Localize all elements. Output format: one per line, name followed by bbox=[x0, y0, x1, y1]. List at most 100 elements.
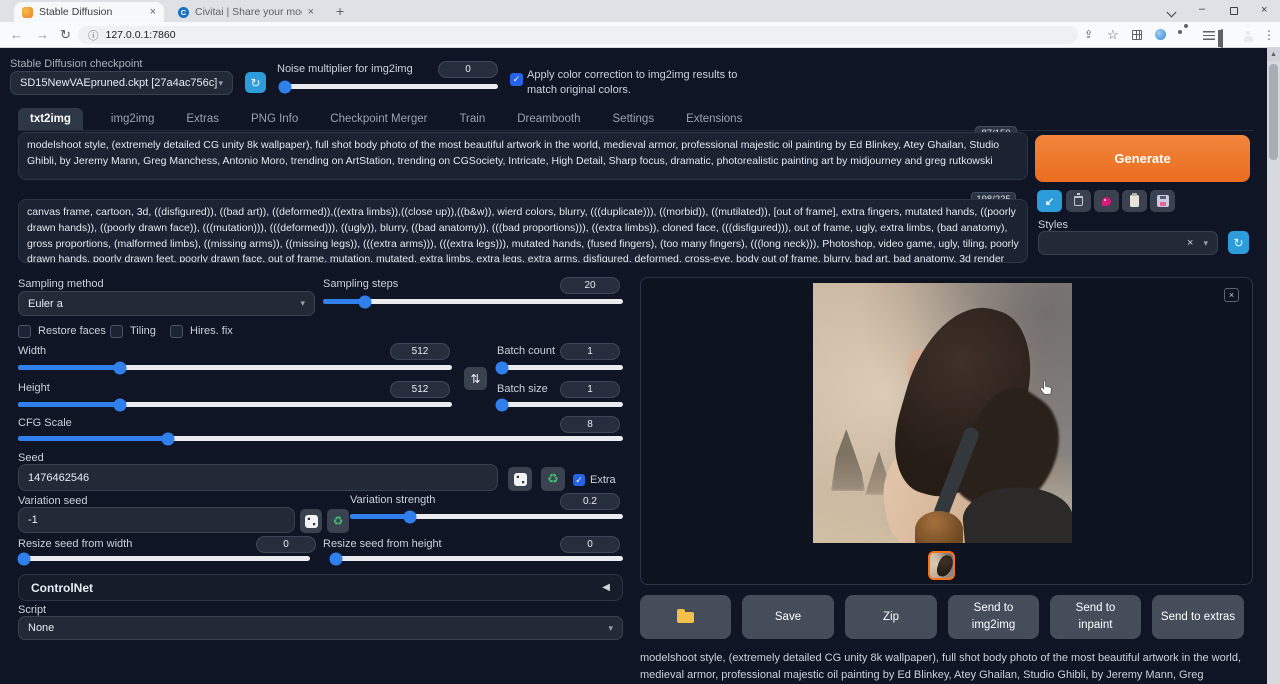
prompt-textarea[interactable]: modelshoot style, (extremely detailed CG… bbox=[18, 132, 1028, 180]
height-input[interactable]: 512 bbox=[390, 381, 450, 398]
kebab-menu-icon[interactable]: ⋮ bbox=[1263, 28, 1275, 42]
scrollbar-thumb[interactable] bbox=[1269, 64, 1278, 160]
variation-strength-input[interactable]: 0.2 bbox=[560, 493, 620, 510]
save-style-button[interactable] bbox=[1150, 190, 1175, 212]
window-restore-button[interactable] bbox=[1230, 7, 1238, 15]
checkpoint-dropdown[interactable]: SD15NewVAEpruned.ckpt [27a4ac756c] ▾ bbox=[10, 71, 233, 95]
batch-count-slider[interactable] bbox=[497, 365, 623, 370]
window-minimize-button[interactable]: – bbox=[1199, 3, 1205, 15]
script-dropdown[interactable]: None ▾ bbox=[18, 616, 623, 640]
reload-icon[interactable]: ↻ bbox=[60, 27, 71, 43]
refresh-styles-button[interactable]: ↻ bbox=[1228, 231, 1249, 254]
resize-seed-height-slider[interactable] bbox=[330, 556, 623, 561]
close-gallery-button[interactable]: × bbox=[1224, 288, 1239, 302]
bookmark-star-icon[interactable]: ☆ bbox=[1107, 27, 1119, 43]
tab-extensions[interactable]: Extensions bbox=[682, 108, 746, 130]
sampling-method-dropdown[interactable]: Euler a ▾ bbox=[18, 291, 315, 316]
extra-networks-button[interactable] bbox=[1094, 190, 1119, 212]
refresh-icon: ↻ bbox=[1233, 236, 1243, 250]
styles-dropdown[interactable]: × ▾ bbox=[1038, 231, 1218, 255]
cfg-scale-input[interactable]: 8 bbox=[560, 416, 620, 433]
noise-multiplier-input[interactable]: 0 bbox=[438, 61, 498, 78]
dice-icon bbox=[305, 515, 318, 528]
sampling-steps-slider[interactable] bbox=[323, 299, 623, 304]
tab-txt2img[interactable]: txt2img bbox=[18, 108, 83, 130]
extension-blue-icon[interactable] bbox=[1155, 29, 1166, 40]
refresh-checkpoint-button[interactable]: ↻ bbox=[245, 72, 266, 93]
open-folder-button[interactable] bbox=[640, 595, 731, 639]
clear-prompt-button[interactable] bbox=[1066, 190, 1091, 212]
window-close-button[interactable]: × bbox=[1261, 4, 1267, 16]
tab-close-icon[interactable]: × bbox=[308, 7, 314, 18]
new-tab-button[interactable]: + bbox=[336, 3, 344, 19]
generated-image[interactable] bbox=[813, 283, 1072, 543]
back-icon[interactable]: ← bbox=[10, 27, 23, 42]
hires-fix-checkbox[interactable] bbox=[170, 325, 183, 338]
cursor-hand-icon bbox=[1039, 379, 1054, 401]
random-variation-seed-button[interactable] bbox=[300, 509, 322, 533]
color-correction-label: Apply color correction to img2img result… bbox=[527, 68, 763, 98]
reuse-variation-seed-button[interactable]: ♻ bbox=[327, 509, 349, 533]
noise-multiplier-slider[interactable] bbox=[281, 84, 498, 89]
generate-button[interactable]: Generate bbox=[1035, 135, 1250, 182]
paste-arrow-icon: ↙ bbox=[1045, 195, 1054, 208]
resize-seed-height-input[interactable]: 0 bbox=[560, 536, 620, 553]
scrollbar-up-icon[interactable]: ▲ bbox=[1267, 48, 1280, 61]
browser-tab-stable-diffusion[interactable]: Stable Diffusion × bbox=[14, 2, 164, 22]
reuse-seed-button[interactable]: ♻ bbox=[541, 467, 565, 491]
generation-info-text: modelshoot style, (extremely detailed CG… bbox=[640, 650, 1248, 682]
tab-close-icon[interactable]: × bbox=[150, 7, 156, 18]
cfg-scale-slider[interactable] bbox=[18, 436, 623, 441]
tab-dreambooth[interactable]: Dreambooth bbox=[513, 108, 584, 130]
controlnet-accordion[interactable]: ControlNet ◀ bbox=[18, 574, 623, 601]
share-icon[interactable]: ⇪ bbox=[1084, 28, 1093, 41]
seed-input[interactable]: 1476462546 bbox=[18, 464, 498, 491]
browser-tab-civitai[interactable]: C Civitai | Share your models × bbox=[170, 2, 322, 22]
color-correction-checkbox[interactable]: ✓ bbox=[510, 73, 523, 86]
swap-width-height-button[interactable]: ⇅ bbox=[464, 367, 487, 390]
tiling-checkbox[interactable] bbox=[110, 325, 123, 338]
variation-seed-input[interactable]: -1 bbox=[18, 507, 295, 533]
tab-checkpoint-merger[interactable]: Checkpoint Merger bbox=[326, 108, 431, 130]
extra-seed-label: Extra bbox=[590, 474, 616, 486]
send-to-inpaint-button[interactable]: Send to inpaint bbox=[1050, 595, 1141, 639]
apply-styles-button[interactable] bbox=[1122, 190, 1147, 212]
resize-seed-width-input[interactable]: 0 bbox=[256, 536, 316, 553]
tab-png-info[interactable]: PNG Info bbox=[247, 108, 302, 130]
width-slider[interactable] bbox=[18, 365, 452, 370]
tab-train[interactable]: Train bbox=[455, 108, 489, 130]
tab-img2img[interactable]: img2img bbox=[107, 108, 158, 130]
random-seed-button[interactable] bbox=[508, 467, 532, 491]
civitai-favicon-icon: C bbox=[178, 7, 189, 18]
width-input[interactable]: 512 bbox=[390, 343, 450, 360]
extra-seed-checkbox[interactable]: ✓ bbox=[573, 474, 585, 486]
batch-size-slider[interactable] bbox=[497, 402, 623, 407]
side-panel-icon[interactable] bbox=[1221, 29, 1223, 48]
send-to-img2img-button[interactable]: Send to img2img bbox=[948, 595, 1039, 639]
paste-params-button[interactable]: ↙ bbox=[1037, 190, 1062, 212]
resize-seed-width-slider[interactable] bbox=[18, 556, 310, 561]
close-icon: × bbox=[1229, 290, 1234, 300]
sampling-steps-input[interactable]: 20 bbox=[560, 277, 620, 294]
gallery-thumbnail-selected[interactable] bbox=[928, 551, 955, 580]
batch-count-input[interactable]: 1 bbox=[560, 343, 620, 360]
batch-size-input[interactable]: 1 bbox=[560, 381, 620, 398]
variation-strength-slider[interactable] bbox=[350, 514, 623, 519]
reading-list-icon[interactable] bbox=[1203, 31, 1215, 40]
save-button[interactable]: Save bbox=[742, 595, 834, 639]
restore-faces-checkbox[interactable] bbox=[18, 325, 31, 338]
browser-tab-title: Civitai | Share your models bbox=[195, 6, 302, 18]
send-to-extras-button[interactable]: Send to extras bbox=[1152, 595, 1244, 639]
height-slider[interactable] bbox=[18, 402, 452, 407]
negative-prompt-textarea[interactable]: canvas frame, cartoon, 3d, ((disfigured)… bbox=[18, 199, 1028, 263]
send-to-img2img-label: Send to img2img bbox=[962, 600, 1025, 633]
clear-styles-icon[interactable]: × bbox=[1187, 237, 1193, 249]
tab-settings[interactable]: Settings bbox=[609, 108, 659, 130]
tab-search-chevron-icon[interactable] bbox=[1168, 9, 1175, 16]
site-info-icon[interactable]: ⓘ bbox=[88, 28, 99, 43]
forward-icon[interactable]: → bbox=[36, 27, 49, 42]
apps-grid-icon[interactable] bbox=[1132, 30, 1142, 40]
tab-extras[interactable]: Extras bbox=[182, 108, 223, 130]
address-bar[interactable]: ⓘ 127.0.0.1:7860 bbox=[78, 26, 1078, 44]
zip-button[interactable]: Zip bbox=[845, 595, 937, 639]
